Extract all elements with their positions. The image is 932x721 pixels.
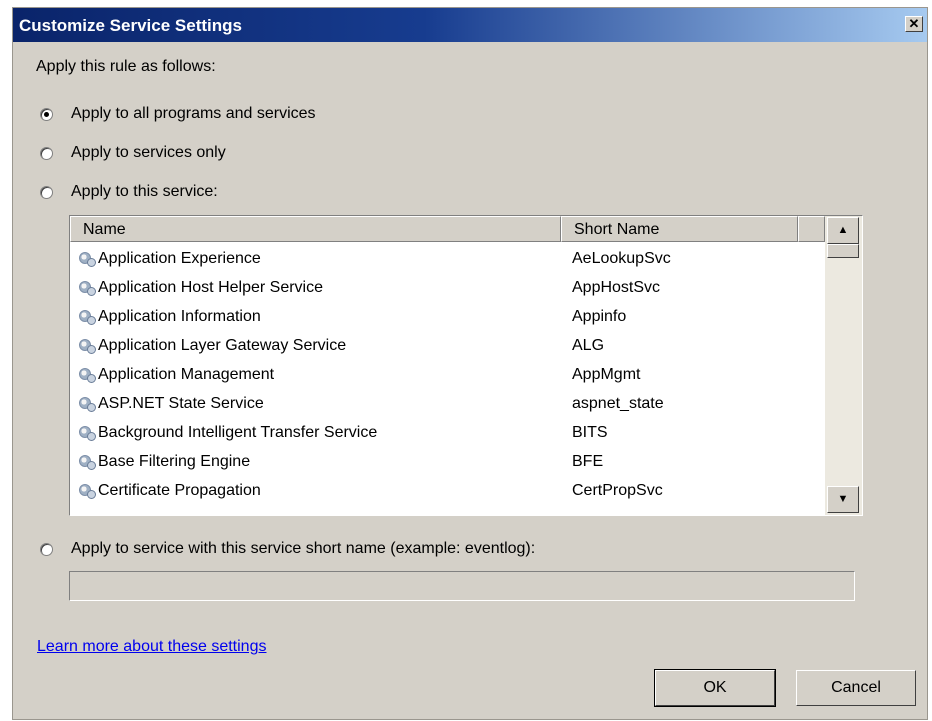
radio-this-service[interactable]: Apply to this service: [40, 183, 218, 201]
cancel-button[interactable]: Cancel [796, 670, 916, 706]
list-item[interactable]: Application Information Appinfo [70, 302, 825, 331]
service-name: ASP.NET State Service [98, 394, 264, 412]
service-short-name: BITS [572, 423, 608, 441]
service-short-name: ALG [572, 336, 605, 354]
services-list[interactable]: Name Short Name Application Experience A… [69, 215, 863, 516]
radio-short-name[interactable]: Apply to service with this service short… [40, 540, 535, 558]
arrow-down-icon: ▼ [837, 493, 849, 505]
service-short-name: aspnet_state [572, 394, 664, 412]
column-header-name[interactable]: Name [70, 216, 561, 242]
radio-button[interactable] [40, 185, 53, 199]
vertical-scrollbar[interactable]: ▲ ▼ [825, 216, 862, 515]
list-item[interactable]: Application Management AppMgmt [70, 360, 825, 389]
list-item[interactable]: Base Filtering Engine BFE [70, 447, 825, 476]
service-name: Application Layer Gateway Service [98, 336, 347, 354]
service-name: Background Intelligent Transfer Service [98, 423, 378, 441]
service-short-name: AeLookupSvc [572, 249, 671, 267]
list-item[interactable]: Application Host Helper Service AppHostS… [70, 273, 825, 302]
customize-service-settings-dialog: Customize Service Settings ✕ Apply this … [12, 7, 928, 720]
radio-button[interactable] [40, 146, 53, 160]
close-icon: ✕ [908, 16, 920, 31]
service-short-name: AppMgmt [572, 365, 641, 383]
service-gears-icon [79, 453, 96, 470]
list-item[interactable]: Application Experience AeLookupSvc [70, 244, 825, 273]
service-gears-icon [79, 308, 96, 325]
service-name: Application Management [98, 365, 275, 383]
service-short-name: CertPropSvc [572, 481, 663, 499]
service-short-name: Appinfo [572, 307, 627, 325]
radio-all-programs[interactable]: Apply to all programs and services [40, 105, 316, 123]
close-button[interactable]: ✕ [905, 16, 923, 32]
column-header-filler [798, 216, 825, 242]
short-name-input-box[interactable] [69, 571, 855, 601]
learn-more-link[interactable]: Learn more about these settings [37, 638, 266, 656]
radio-short-name-label[interactable]: Apply to service with this service short… [71, 540, 535, 558]
service-gears-icon [79, 366, 96, 383]
list-item[interactable]: Certificate Propagation CertPropSvc [70, 476, 825, 505]
service-gears-icon [79, 250, 96, 267]
arrow-up-icon: ▲ [837, 224, 849, 236]
service-name: Application Host Helper Service [98, 278, 323, 296]
scroll-up-button[interactable]: ▲ [827, 217, 859, 244]
scroll-down-button[interactable]: ▼ [827, 486, 859, 513]
service-gears-icon [79, 482, 96, 499]
column-header-short-name[interactable]: Short Name [561, 216, 798, 242]
list-item[interactable]: Application Layer Gateway Service ALG [70, 331, 825, 360]
radio-this-service-label[interactable]: Apply to this service: [71, 183, 218, 201]
list-item[interactable]: ASP.NET State Service aspnet_state [70, 389, 825, 418]
ok-button[interactable]: OK [654, 669, 776, 707]
scroll-thumb[interactable] [827, 244, 859, 258]
radio-button[interactable] [40, 542, 53, 556]
list-item[interactable]: Background Intelligent Transfer Service … [70, 418, 825, 447]
radio-services-only-label[interactable]: Apply to services only [71, 144, 226, 162]
radio-button-checked[interactable] [40, 107, 53, 121]
service-gears-icon [79, 424, 96, 441]
list-header: Name Short Name [70, 216, 825, 242]
service-name: Application Experience [98, 249, 261, 267]
intro-label: Apply this rule as follows: [36, 58, 216, 75]
service-name: Certificate Propagation [98, 481, 261, 499]
dialog-title: Customize Service Settings [19, 16, 242, 35]
service-gears-icon [79, 279, 96, 296]
short-name-input[interactable] [70, 572, 854, 600]
service-short-name: BFE [572, 452, 604, 470]
radio-services-only[interactable]: Apply to services only [40, 144, 226, 162]
radio-all-programs-label[interactable]: Apply to all programs and services [71, 105, 316, 123]
service-gears-icon [79, 337, 96, 354]
service-name: Application Information [98, 307, 261, 325]
service-gears-icon [79, 395, 96, 412]
service-short-name: AppHostSvc [572, 278, 661, 296]
title-bar[interactable]: Customize Service Settings ✕ [13, 8, 927, 42]
service-name: Base Filtering Engine [98, 452, 251, 470]
list-rows: Application Experience AeLookupSvc Appli… [70, 244, 825, 505]
